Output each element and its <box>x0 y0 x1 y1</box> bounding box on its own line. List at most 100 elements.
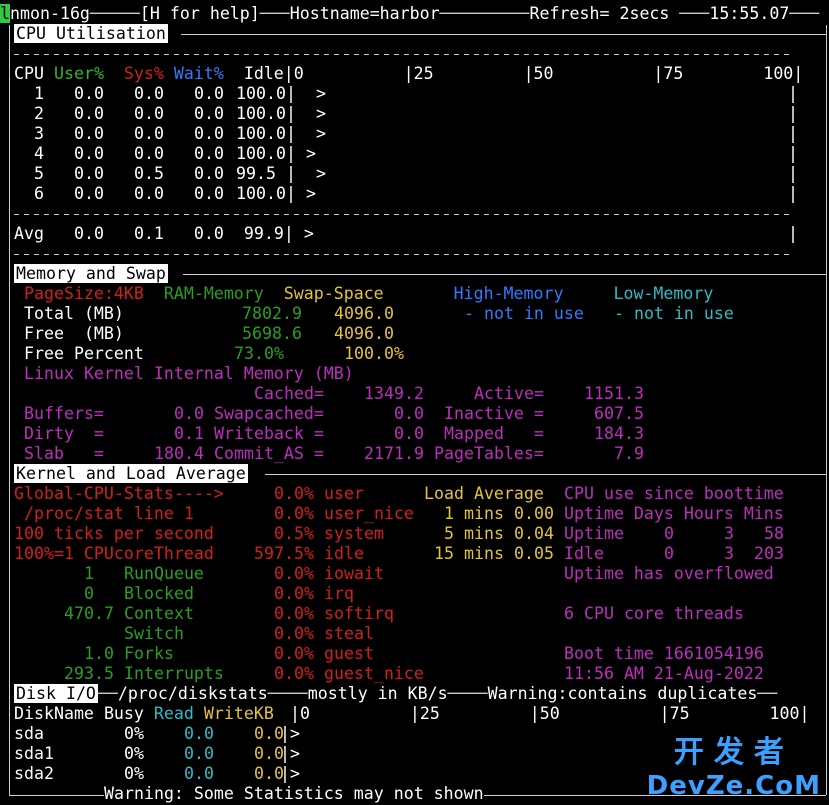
header-bar: lnmon-16g─────[H for help]───Hostname=ha… <box>0 4 820 23</box>
cpu-stat-name: softirq <box>324 604 394 623</box>
program-name: nmon-16g <box>10 4 90 23</box>
commit-value: 2171.9 <box>364 444 424 463</box>
cpu-stat-value: 0.0% <box>274 504 314 523</box>
cpu-stat-name: idle <box>324 544 364 563</box>
cpu-avg-wait: 0.0 <box>193 224 224 243</box>
memory-section-tab[interactable]: Memory and Swap <box>14 264 168 284</box>
cpu-stat-name: guest_nice <box>324 664 424 683</box>
cpu-threads: 6 CPU core threads <box>564 604 744 623</box>
uptime-hours: 3 <box>724 524 734 543</box>
cpu-idle: 100.0 <box>236 84 286 103</box>
cpu-user: 0.0 <box>74 104 104 123</box>
dirty-label: Dirty = <box>24 424 104 443</box>
cpu-sys: 0.0 <box>134 124 164 143</box>
terminal-window[interactable]: lnmon-16g─────[H for help]───Hostname=ha… <box>0 0 829 805</box>
dirty-value: 0.1 <box>174 424 204 443</box>
mapped-value: 184.3 <box>594 424 644 443</box>
idle-label: Idle <box>564 544 604 563</box>
cached-value: 1349.2 <box>364 384 424 403</box>
load-value: 0.04 <box>514 524 554 543</box>
cpu-stat-value: 0.0% <box>274 644 314 663</box>
memory-header-row: PageSize:4KB RAM-Memory Swap-Space High-… <box>24 284 713 304</box>
kernel-tab-rule <box>265 474 826 475</box>
kernel-memory-title: Linux Kernel Internal Memory (MB) <box>24 364 354 383</box>
cpu-stat-value: 0.0% <box>274 664 314 683</box>
total-swap: 4096.0 <box>334 304 394 323</box>
cpu-wait: 0.0 <box>194 164 224 183</box>
buffers-label: Buffers= <box>24 404 104 423</box>
disk-col-name: DiskName <box>14 704 94 723</box>
kernel-section-tab[interactable]: Kernel and Load Average <box>14 464 248 484</box>
cpu-stat-row: 0.0% irq <box>254 584 424 604</box>
cpu-stat-value: 0.0% <box>274 624 314 643</box>
forks-value: 1.0 <box>84 644 114 663</box>
cpu-stat-row: 0.0% steal <box>254 624 424 644</box>
load-unit: mins <box>464 544 504 563</box>
load-minutes: 1 <box>444 504 454 523</box>
cpu-user: 0.0 <box>74 144 104 163</box>
disk-header-row: DiskName Busy Read WriteKB |0 |25 |50 |75… <box>14 704 810 724</box>
cpu-stat-row: 0.5% system <box>254 524 424 544</box>
disk-units: mostly in KB/s <box>307 684 448 703</box>
cpu-col-cpu: CPU <box>14 64 44 83</box>
load-average-row: 15 mins 0.05 <box>424 544 554 564</box>
disk-col-write: WriteKB <box>203 704 274 723</box>
cpu-avg-user: 0.0 <box>73 224 104 243</box>
cpu-bar-end: | <box>788 124 798 143</box>
cached-label: Cached= <box>254 384 324 403</box>
cpu-stat-name: user <box>324 484 364 503</box>
cpu-bar: | > <box>286 104 326 123</box>
cpu-id: 1 <box>34 84 44 103</box>
blocked-value: 0 <box>84 584 94 603</box>
kernel-cpu-stat-note: /proc/stat line 1 <box>14 504 194 523</box>
disk-bar: |> <box>280 724 300 743</box>
pagesize: PageSize:4KB <box>24 284 144 303</box>
disk-read: 0.0 <box>184 764 214 783</box>
forks-row: 1.0 Forks <box>84 644 174 664</box>
disk-read: 0.0 <box>184 744 214 763</box>
cpu-stat-name: system <box>324 524 384 543</box>
cursor: l <box>0 4 10 23</box>
cpu-section-tab[interactable]: CPU Utilisation <box>14 24 168 44</box>
cpu-bar-end: | <box>788 104 798 123</box>
cpu-id: 6 <box>34 184 44 203</box>
disk-tab-label[interactable]: Disk I/O <box>14 684 98 703</box>
cpu-stat-name: iowait <box>324 564 384 583</box>
cpu-stat-name: steal <box>324 624 374 643</box>
cpu-sys: 0.0 <box>134 144 164 163</box>
inactive-value: 607.5 <box>594 404 644 423</box>
cpu-bar-end: | <box>788 144 798 163</box>
cpu-avg-sys: 0.1 <box>133 224 164 243</box>
disk-col-read: Read <box>153 704 194 723</box>
disk-scale: |0 |25 |50 |75 100| <box>290 704 810 723</box>
cpu-bar: | > <box>286 164 326 183</box>
cpu-wait: 0.0 <box>194 104 224 123</box>
cpu-top-separator <box>14 54 792 55</box>
footer-rule-left <box>9 795 104 796</box>
uptime-row: Uptime 0 3 58 <box>564 524 784 544</box>
cpu-col-user: User% <box>53 64 104 83</box>
load-unit: mins <box>464 524 504 543</box>
kernel-cpu-stat-note: Global-CPU-Stats----> <box>14 484 224 503</box>
boot-time: Boot time 1661054196 <box>564 644 764 663</box>
cpu-tab-label: CPU Utilisation <box>14 24 168 43</box>
cpu-mid-separator <box>14 214 792 215</box>
cpu-stat-name: irq <box>324 584 354 603</box>
cpu-avg-label: Avg <box>14 224 44 243</box>
cpu-wait: 0.0 <box>194 184 224 203</box>
cpu-sys: 0.0 <box>134 84 164 103</box>
buffers-row: Buffers= 0.0 Swapcached= 0.0 Inactive = 607.5 <box>24 404 644 424</box>
low-memory-note: - not in use <box>614 304 734 323</box>
context-row: 470.7 Context <box>64 604 194 624</box>
load-average-row: 5 mins 0.04 <box>424 524 554 544</box>
total-ram: 7802.9 <box>242 304 302 323</box>
load-average-row: 1 mins 0.00 <box>424 504 554 524</box>
memory-total-row: Total (MB) 7802.9 4096.0 - not in use - not … <box>24 304 734 324</box>
runqueue-row: 1 RunQueue <box>84 564 204 584</box>
cpu-stat-value: 0.0% <box>274 564 314 583</box>
pagetables-value: 7.9 <box>614 444 644 463</box>
memory-free-row: Free (MB) 5698.6 4096.0 <box>24 324 394 344</box>
clock: 15:55.07 <box>709 4 790 23</box>
cpu-avg-bar: | > <box>283 224 314 243</box>
frame-right-border <box>826 25 827 795</box>
